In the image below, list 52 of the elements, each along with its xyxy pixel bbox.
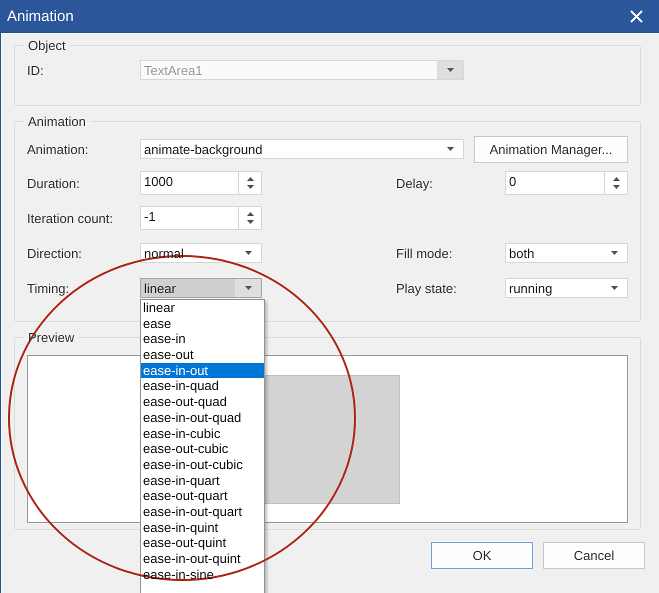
list-item[interactable]: linear — [141, 300, 264, 316]
group-title: Animation — [27, 114, 87, 129]
animation-manager-button[interactable]: Animation Manager... — [474, 136, 628, 162]
dropdown[interactable]: animate-background — [140, 139, 464, 159]
number-field[interactable]: 1000 — [140, 171, 262, 195]
field-label: Fill mode: — [396, 246, 454, 260]
list-item[interactable]: ease-in-quart — [141, 472, 264, 488]
number-field[interactable]: -1 — [140, 206, 262, 230]
list-item[interactable]: ease-out-quad — [141, 394, 264, 410]
list-item[interactable]: ease-out-quart — [141, 488, 264, 504]
field-label: Direction: — [27, 246, 83, 260]
list-item[interactable]: ease-out — [141, 347, 264, 363]
dropdown[interactable]: both — [505, 243, 628, 263]
window-title: Animation — [7, 8, 74, 25]
down-arrow-icon — [610, 251, 618, 255]
list-item[interactable]: ease-in-quad — [141, 378, 264, 394]
list-item[interactable]: ease-out-quint — [141, 535, 264, 551]
dialog-button[interactable]: OK — [431, 542, 533, 569]
field-label: Timing: — [27, 280, 70, 296]
list-item[interactable]: ease-in — [141, 331, 264, 348]
dropdown[interactable]: running — [505, 278, 628, 298]
number-field[interactable]: 0 — [505, 171, 628, 195]
up-arrow-icon — [246, 176, 254, 181]
list-item[interactable]: ease — [141, 316, 264, 332]
down-arrow-icon — [246, 220, 254, 224]
list-item[interactable]: ease-in-cubic — [141, 426, 264, 442]
field-label: ID: — [27, 62, 45, 78]
field-label: Delay: — [396, 176, 434, 190]
down-arrow-icon — [244, 251, 252, 255]
field-label: Duration: — [27, 176, 81, 190]
down-arrow-icon — [612, 185, 620, 190]
field-label: Play state: — [396, 280, 458, 296]
list-item[interactable]: ease-in-out-quint — [141, 551, 264, 567]
field-label: Animation: — [27, 142, 90, 156]
down-arrow-icon — [610, 286, 618, 290]
up-arrow-icon — [246, 212, 254, 216]
list-item[interactable]: ease-in-sine — [141, 566, 264, 582]
group-title: Object — [27, 38, 67, 53]
list-item[interactable]: ease-in-out-cubic — [141, 456, 264, 473]
down-arrow-icon — [446, 147, 454, 151]
down-arrow-icon — [246, 185, 254, 190]
up-arrow-icon — [612, 176, 620, 181]
list-item[interactable]: ease-in-out-quad — [141, 410, 264, 426]
field-label: Iteration count: — [27, 210, 114, 226]
list-item[interactable]: ease-in-out — [141, 362, 264, 378]
list-item[interactable]: ease-out-cubic — [141, 441, 264, 457]
list-item[interactable]: ease-in-out-quart — [141, 504, 264, 520]
close-icon — [630, 10, 642, 23]
list-item[interactable]: ease-in-quint — [141, 520, 264, 536]
down-arrow-icon — [244, 286, 252, 290]
down-arrow-icon — [446, 68, 454, 72]
dialog-button[interactable]: Cancel — [543, 542, 645, 569]
